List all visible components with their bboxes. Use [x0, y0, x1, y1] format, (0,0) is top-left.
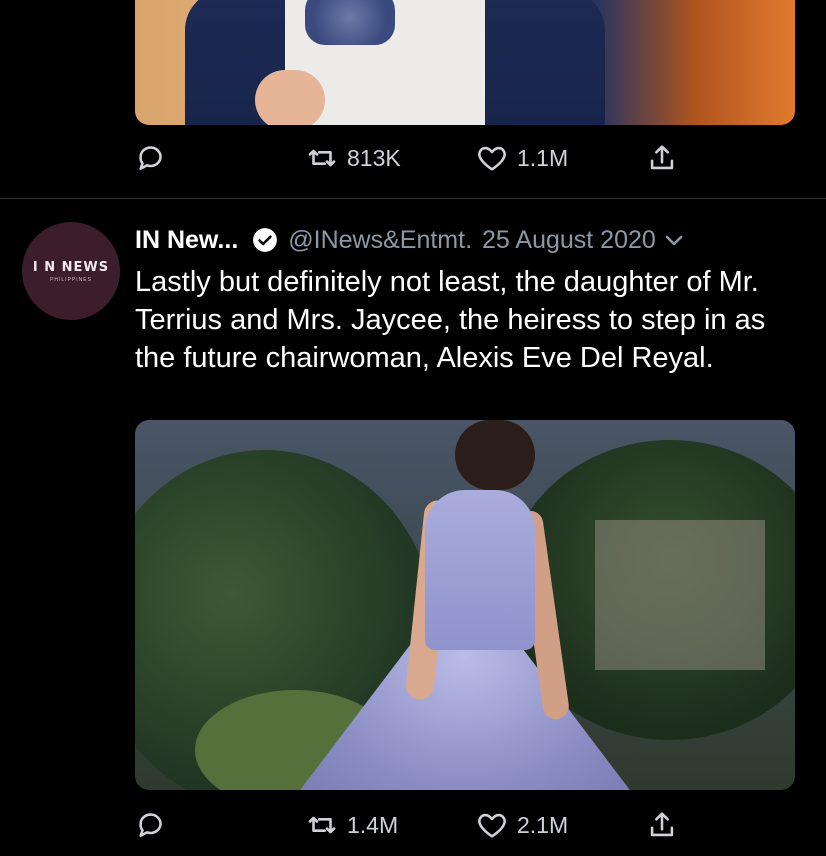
- heart-icon: [478, 146, 506, 171]
- handle[interactable]: @INews&Entmt.: [288, 226, 472, 255]
- tweet-divider: [0, 198, 826, 199]
- reply-icon: [139, 146, 162, 170]
- heart-icon: [478, 813, 506, 838]
- tweet-actions: 1.4M 2.1M: [135, 805, 695, 845]
- share-button[interactable]: [645, 138, 679, 178]
- like-count: 1.1M: [517, 144, 569, 171]
- photo-building: [595, 520, 765, 670]
- retweet-count: 813K: [347, 144, 401, 171]
- reply-icon: [139, 813, 162, 837]
- photo-gown-bodice: [425, 490, 535, 650]
- verified-badge-icon: [253, 228, 278, 252]
- retweet-icon: [308, 149, 336, 167]
- retweet-button[interactable]: 1.4M: [305, 805, 398, 845]
- avatar-title: I N NEWS: [32, 259, 110, 275]
- reply-button[interactable]: [135, 805, 169, 845]
- photo-hand: [255, 70, 325, 125]
- tweet-text: Lastly but definitely not least, the dau…: [135, 266, 766, 374]
- tweet-header: IN New... @INews&Entmt. 25 August 2020: [135, 222, 815, 258]
- tweet-date[interactable]: 25 August 2020: [482, 226, 656, 255]
- share-button[interactable]: [645, 805, 679, 845]
- photo-head: [455, 420, 535, 490]
- like-count: 2.1M: [517, 811, 569, 838]
- reply-button[interactable]: [135, 138, 169, 178]
- retweet-button[interactable]: 813K: [305, 138, 401, 178]
- like-button[interactable]: 2.1M: [475, 805, 568, 845]
- avatar[interactable]: I N NEWS PHILIPPINES: [22, 222, 120, 320]
- like-button[interactable]: 1.1M: [475, 138, 568, 178]
- previous-tweet-photo[interactable]: [135, 0, 795, 125]
- photo-bowtie: [305, 0, 395, 45]
- share-icon: [650, 812, 674, 837]
- previous-tweet-actions: 813K 1.1M: [135, 138, 695, 178]
- display-name[interactable]: IN New...: [135, 226, 238, 255]
- retweet-count: 1.4M: [347, 811, 399, 838]
- retweet-icon: [308, 816, 336, 834]
- chevron-down-icon[interactable]: [662, 228, 686, 252]
- share-icon: [650, 145, 674, 170]
- avatar-subtitle: PHILIPPINES: [50, 276, 92, 283]
- tweet-photo[interactable]: [135, 420, 795, 790]
